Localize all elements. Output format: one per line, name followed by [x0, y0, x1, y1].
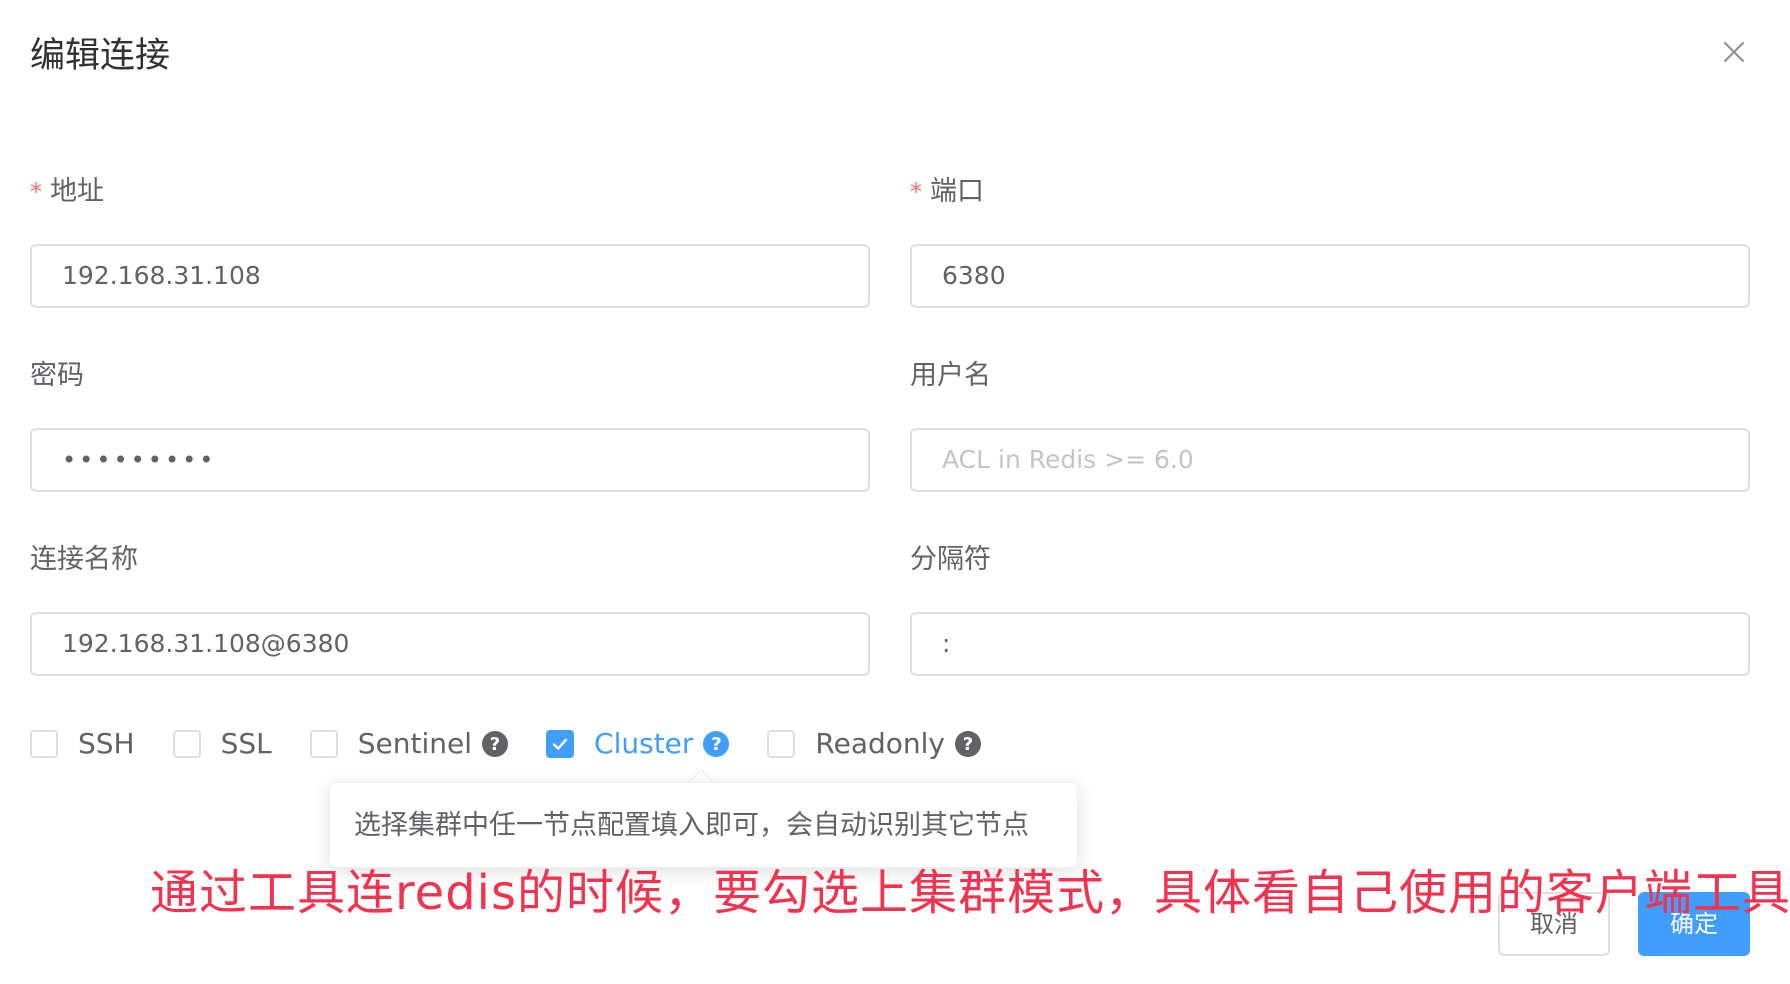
address-label: * 地址	[30, 176, 104, 207]
help-icon[interactable]: ?	[703, 731, 730, 757]
port-label: * 端口	[910, 176, 984, 207]
sentinel-label: Sentinel	[357, 727, 473, 760]
checkbox-box[interactable]	[172, 730, 201, 758]
readonly-checkbox[interactable]: Readonly ?	[767, 726, 982, 762]
password-label: 密码	[30, 360, 84, 391]
help-icon[interactable]: ?	[482, 731, 509, 757]
readonly-label: Readonly	[815, 727, 946, 760]
address-input[interactable]: 192.168.31.108	[30, 244, 870, 308]
connection-options: SSH SSL Sentinel ? Cluster ? Readonly ?	[30, 726, 1019, 762]
ssl-checkbox[interactable]: SSL	[172, 726, 272, 762]
separator-input[interactable]: :	[910, 612, 1750, 676]
help-icon[interactable]: ?	[955, 731, 982, 757]
ssh-label: SSH	[78, 727, 135, 760]
connection-name-label: 连接名称	[30, 544, 138, 575]
ssl-label: SSL	[220, 727, 272, 760]
password-input[interactable]: •••••••••	[30, 428, 870, 492]
required-mark: *	[30, 178, 42, 206]
port-input[interactable]: 6380	[910, 244, 1750, 308]
close-icon[interactable]	[1716, 34, 1752, 70]
checkbox-box[interactable]	[767, 730, 796, 758]
username-label: 用户名	[910, 360, 991, 391]
sentinel-checkbox[interactable]: Sentinel ?	[309, 726, 509, 762]
separator-label: 分隔符	[910, 544, 991, 575]
cluster-checkbox[interactable]: Cluster ?	[546, 726, 730, 762]
cluster-tooltip: 选择集群中任一节点配置填入即可，会自动识别其它节点	[329, 782, 1078, 868]
edit-connection-dialog: 编辑连接 * 地址 192.168.31.108 * 端口 6380 密码 ••••…	[0, 0, 1790, 984]
dialog-title: 编辑连接	[30, 36, 171, 76]
username-input[interactable]: ACL in Redis >= 6.0	[910, 428, 1750, 492]
annotation-text: 通过工具连redis的时候，要勾选上集群模式，具体看自己使用的客户端工具	[150, 865, 1790, 921]
connection-name-input[interactable]: 192.168.31.108@6380	[30, 612, 870, 676]
cluster-label: Cluster	[594, 727, 694, 760]
checkbox-box[interactable]	[546, 730, 575, 758]
checkbox-box[interactable]	[309, 730, 338, 758]
checkbox-box[interactable]	[30, 730, 58, 758]
required-mark: *	[910, 178, 922, 206]
check-icon	[552, 738, 568, 750]
ssh-checkbox[interactable]: SSH	[30, 726, 135, 762]
